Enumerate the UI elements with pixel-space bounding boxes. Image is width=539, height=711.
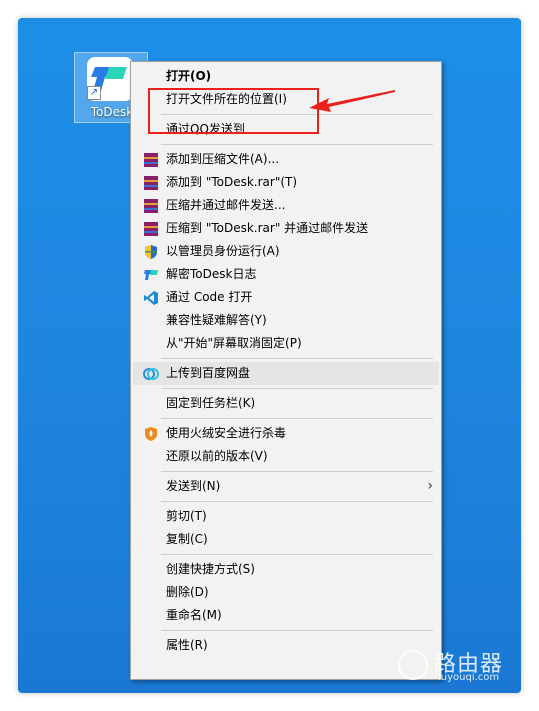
vscode-icon [144,291,158,305]
todesk-icon [144,270,158,280]
menu-item-rename[interactable]: 重命名(M) [133,604,439,627]
menu-separator [161,358,433,359]
chevron-right-icon: › [427,478,433,494]
menu-item-huorong-scan[interactable]: 使用火绒安全进行杀毒 [133,422,439,445]
menu-item-upload-baidu-netdisk[interactable]: 上传到百度网盘 [133,362,439,385]
menu-item-properties[interactable]: 属性(R) [133,634,439,657]
menu-separator [161,388,433,389]
menu-item-create-shortcut[interactable]: 创建快捷方式(S) [133,558,439,581]
annotation-arrow-icon [309,90,395,112]
desktop-background: ↗ ToDesk 打开(O) 打开文件所在的位置(I) 通过QQ发送到 添加到压… [18,18,521,693]
menu-item-cut[interactable]: 剪切(T) [133,505,439,528]
menu-separator [161,144,433,145]
shortcut-arrow-icon: ↗ [87,86,101,100]
baidu-netdisk-icon [143,368,159,380]
menu-item-troubleshoot-compatibility[interactable]: 兼容性疑难解答(Y) [133,309,439,332]
winrar-icon [144,153,158,167]
menu-separator [161,630,433,631]
menu-separator [161,501,433,502]
menu-item-compress-and-email[interactable]: 压缩并通过邮件发送... [133,194,439,217]
winrar-icon [144,199,158,213]
menu-item-copy[interactable]: 复制(C) [133,528,439,551]
winrar-icon [144,176,158,190]
menu-item-decrypt-todesk-log[interactable]: 解密ToDesk日志 [133,263,439,286]
watermark-logo-icon [398,650,428,680]
winrar-icon [144,222,158,236]
huorong-icon [145,427,157,441]
menu-item-add-to-archive[interactable]: 添加到压缩文件(A)... [133,148,439,171]
menu-item-unpin-from-start[interactable]: 从"开始"屏幕取消固定(P) [133,332,439,355]
menu-item-add-to-todesk-rar[interactable]: 添加到 "ToDesk.rar"(T) [133,171,439,194]
highlight-box [148,88,319,134]
uac-shield-icon [145,245,157,259]
context-menu: 打开(O) 打开文件所在的位置(I) 通过QQ发送到 添加到压缩文件(A)...… [130,61,442,680]
menu-item-open-with-code[interactable]: 通过 Code 打开 [133,286,439,309]
watermark-url: luyouqi.com [438,672,500,683]
menu-item-restore-previous-versions[interactable]: 还原以前的版本(V) [133,445,439,468]
menu-item-delete[interactable]: 删除(D) [133,581,439,604]
watermark: 路由器 luyouqi.com [398,644,518,684]
menu-item-send-to[interactable]: 发送到(N) › [133,475,439,498]
menu-item-run-as-admin[interactable]: 以管理员身份运行(A) [133,240,439,263]
menu-separator [161,418,433,419]
menu-item-compress-to-rar-and-email[interactable]: 压缩到 "ToDesk.rar" 并通过邮件发送 [133,217,439,240]
menu-separator [161,554,433,555]
menu-item-pin-to-taskbar[interactable]: 固定到任务栏(K) [133,392,439,415]
menu-separator [161,471,433,472]
